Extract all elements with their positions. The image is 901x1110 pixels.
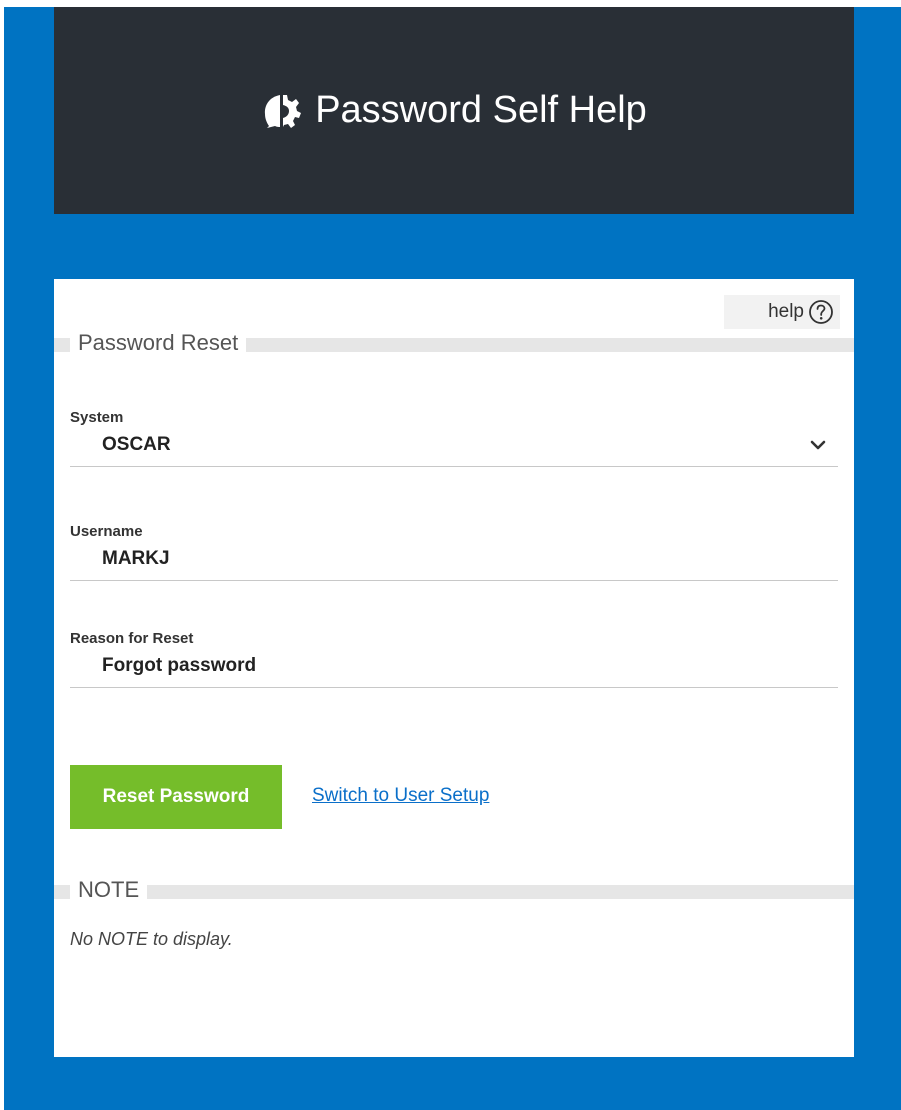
app-title: Password Self Help [315,89,647,131]
username-label: Username [70,523,143,540]
note-section-divider [54,885,854,899]
reason-input[interactable]: Forgot password [70,655,838,688]
reason-label: Reason for Reset [70,630,194,647]
note-text: No NOTE to display. [70,929,233,949]
question-circle-icon [809,300,833,324]
help-label: help [768,301,804,322]
reset-password-button[interactable]: Reset Password [70,765,282,829]
switch-to-user-setup-link[interactable]: Switch to User Setup [312,785,489,807]
app-header: Password Self Help [54,7,854,214]
help-button[interactable]: help [724,295,840,329]
reason-field[interactable]: Reason for Reset Forgot password [70,630,838,688]
system-value: OSCAR [102,434,171,455]
reason-value: Forgot password [102,655,257,676]
password-reset-card: help Password Reset System OSCAR Usernam… [54,279,854,1057]
username-value: MARKJ [102,548,170,569]
header-brand: Password Self Help [261,89,647,132]
system-field[interactable]: System OSCAR [70,409,838,467]
section-title-note: NOTE [70,875,148,905]
username-input[interactable]: MARKJ [70,548,838,581]
gear-chat-icon [265,94,302,128]
section-title-password-reset: Password Reset [70,328,247,358]
system-select[interactable]: OSCAR [70,434,838,467]
chevron-down-icon [810,440,826,450]
username-field[interactable]: Username MARKJ [70,523,838,581]
system-label: System [70,409,124,426]
